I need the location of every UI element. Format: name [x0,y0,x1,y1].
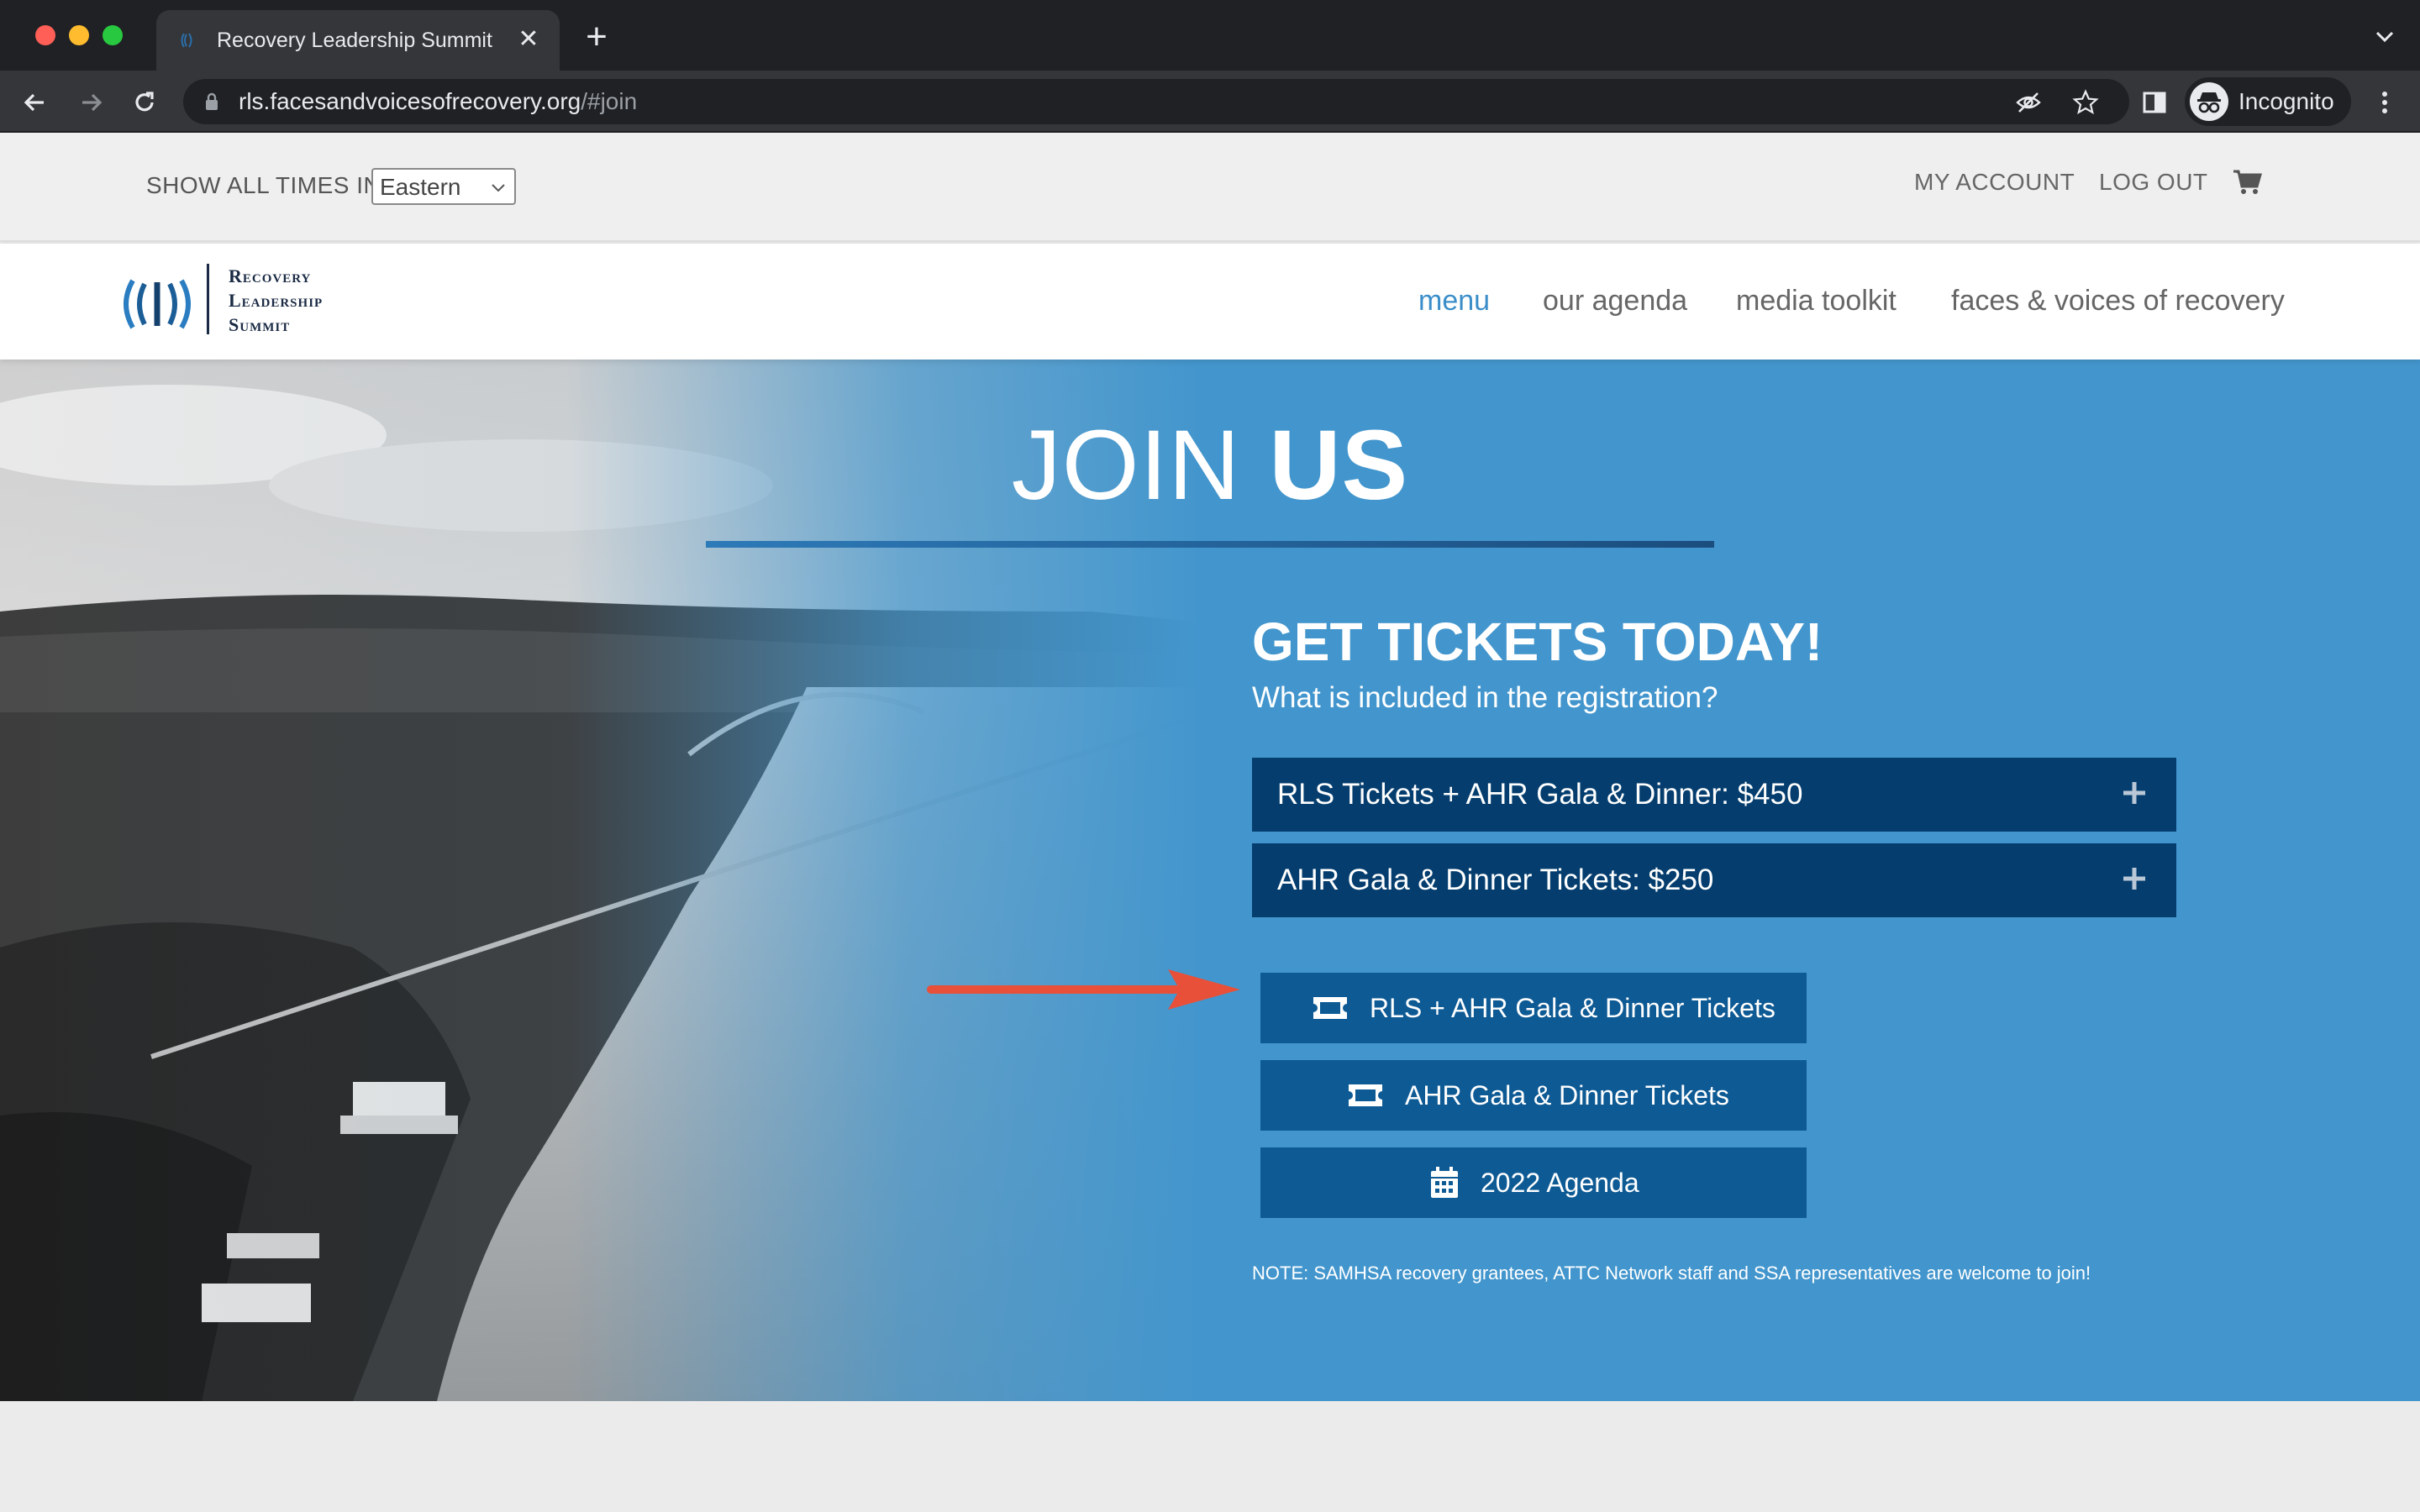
plus-icon[interactable] [2118,776,2151,810]
browser-toolbar: rls.facesandvoicesofrecovery.org/#join I… [0,71,2420,133]
timezone-select-value: Eastern [380,174,461,200]
forward-arrow-icon[interactable] [74,86,108,119]
incognito-label: Incognito [2238,88,2334,114]
window-close-dot[interactable] [35,25,55,45]
ahr-tickets-button[interactable]: AHR Gala & Dinner Tickets [1260,1060,1807,1131]
nav-item-our-agenda[interactable]: our agenda [1543,284,1687,318]
button-label: 2022 Agenda [1481,1168,1639,1198]
timezone-label: SHOW ALL TIMES IN [146,172,381,198]
hero-title-light: JOIN [1011,410,1270,521]
log-out-link[interactable]: LOG OUT [2099,168,2208,197]
join-us-hero: JOIN US GET TICKETS TODAY! What is inclu… [0,360,2420,1401]
tickets-heading: GET TICKETS TODAY! [1252,612,1823,672]
agenda-2022-button[interactable]: 2022 Agenda [1260,1147,1807,1218]
hero-divider [706,541,1714,548]
tracking-protection-eye-off-icon[interactable] [2015,89,2042,116]
logo-line-1: Recovery [229,265,312,286]
accordion-label: RLS Tickets + AHR Gala & Dinner: $450 [1277,778,1803,811]
accordion-ahr-250[interactable]: AHR Gala & Dinner Tickets: $250 [1252,843,2176,917]
back-arrow-icon[interactable] [18,86,52,119]
button-label: AHR Gala & Dinner Tickets [1405,1080,1729,1110]
logo-line-2: Leadership [229,290,324,311]
calendar-icon [1431,1167,1458,1198]
hero-title-bold: US [1269,410,1409,521]
site-utility-bar: SHOW ALL TIMES IN Eastern MY ACCOUNT LOG… [0,133,2420,242]
lock-icon[interactable] [203,92,220,111]
tab-title: Recovery Leadership Summit ( [217,29,499,52]
ticket-icon [1349,1084,1382,1106]
logo-line-3: Summit [229,314,291,335]
accordion-rls-ahr-450[interactable]: RLS Tickets + AHR Gala & Dinner: $450 [1252,758,2176,832]
hero-title: JOIN US [840,407,1580,524]
page-footer-strip [0,1401,2420,1512]
site-header: Recovery Leadership Summit menu our agen… [0,244,2420,360]
tab-search-chevron-icon[interactable] [2370,22,2400,52]
browser-menu-kebab-icon[interactable] [2368,86,2402,119]
window-minimize-dot[interactable] [69,25,89,45]
shopping-cart-icon[interactable] [2232,166,2262,197]
window-zoom-dot[interactable] [103,25,123,45]
site-favicon-icon [181,33,192,48]
button-label: RLS + AHR Gala & Dinner Tickets [1370,993,1776,1023]
browser-tab[interactable]: Recovery Leadership Summit ( ✕ [156,10,560,71]
my-account-link[interactable]: MY ACCOUNT [1914,168,2075,197]
url-text: rls.facesandvoicesofrecovery.org/#join [239,88,638,114]
tickets-subheading: What is included in the registration? [1252,681,1718,714]
new-tab-icon[interactable]: + [580,18,613,55]
reload-icon[interactable] [128,86,161,119]
bookmark-star-icon[interactable] [2072,89,2099,116]
tab-close-icon[interactable]: ✕ [514,25,543,54]
logo-mark-icon[interactable] [121,277,193,331]
address-bar[interactable]: rls.facesandvoicesofrecovery.org/#join [183,79,2129,124]
ticket-icon [1313,997,1347,1019]
logo-divider [207,264,209,334]
annotation-arrow [927,969,1240,1010]
nav-item-menu[interactable]: menu [1418,284,1490,318]
timezone-select[interactable]: Eastern [371,168,516,205]
chevron-down-icon [492,184,505,192]
plus-icon[interactable] [2118,862,2151,895]
browser-tab-bar: Recovery Leadership Summit ( ✕ + [0,0,2420,71]
incognito-icon [2190,82,2228,121]
side-panel-icon[interactable] [2138,86,2171,119]
nav-item-media-toolkit[interactable]: media toolkit [1736,284,1897,318]
eligibility-note: NOTE: SAMHSA recovery grantees, ATTC Net… [1252,1263,2091,1284]
rls-ahr-tickets-button[interactable]: RLS + AHR Gala & Dinner Tickets [1260,973,1807,1043]
incognito-profile-button[interactable]: Incognito [2185,77,2351,126]
nav-item-faces-and-voices[interactable]: faces & voices of recovery [1951,284,2285,318]
logo-wordmark[interactable]: Recovery Leadership Summit [229,264,397,337]
accordion-label: AHR Gala & Dinner Tickets: $250 [1277,864,1714,896]
